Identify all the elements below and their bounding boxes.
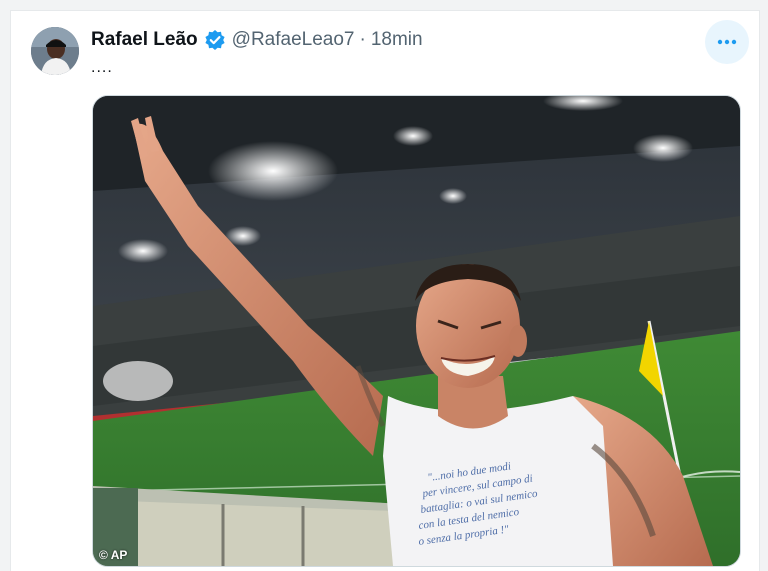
tweet-text: .... — [91, 59, 113, 76]
tweet-card[interactable]: Rafael Leão @RafaeLeao7 · 18min .... "..… — [10, 10, 760, 571]
tweet-media-photo[interactable]: "...noi ho due modi per vincere, sul cam… — [92, 95, 741, 567]
stadium-photo: "...noi ho due modi per vincere, sul cam… — [93, 96, 740, 566]
author-avatar[interactable] — [31, 27, 79, 75]
header-separator: · — [359, 29, 366, 50]
tweet-header: Rafael Leão @RafaeLeao7 · 18min — [91, 28, 423, 52]
author-name[interactable]: Rafael Leão — [91, 29, 198, 51]
photo-credit: © AP — [99, 548, 128, 562]
verified-badge-icon — [205, 30, 225, 50]
more-options-button[interactable] — [705, 20, 749, 64]
author-handle[interactable]: @RafaeLeao7 — [232, 29, 355, 51]
tweet-timestamp[interactable]: 18min — [371, 29, 423, 51]
more-horizontal-icon — [717, 39, 737, 45]
